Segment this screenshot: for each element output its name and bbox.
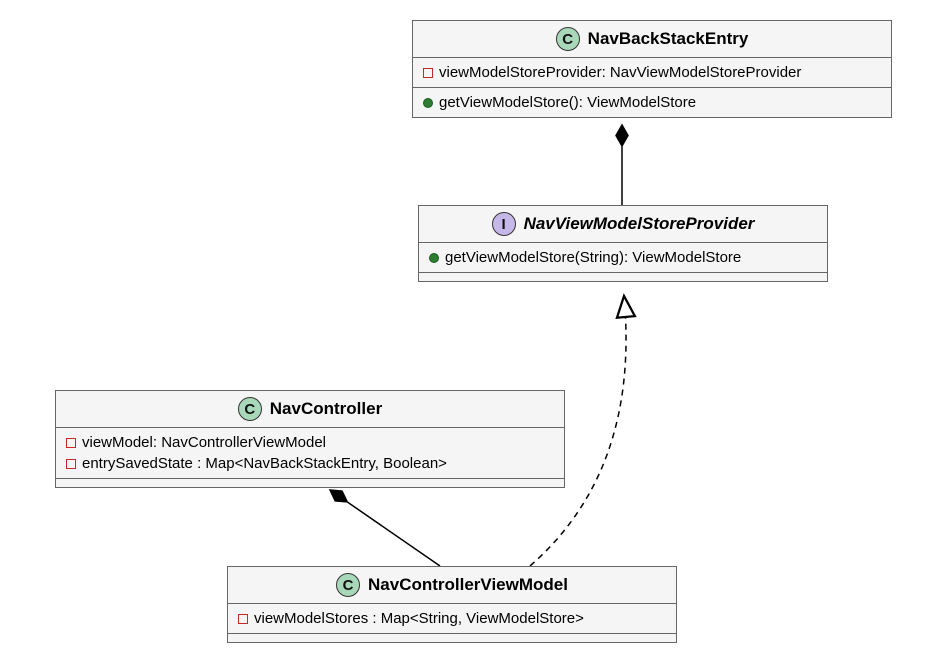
class-header: C NavControllerViewModel xyxy=(228,567,676,604)
attributes-section: viewModelStoreProvider: NavViewModelStor… xyxy=(413,58,891,88)
attribute-text: viewModel: NavControllerViewModel xyxy=(82,434,326,451)
class-name-label: NavControllerViewModel xyxy=(368,575,568,595)
operation-text: getViewModelStore(): ViewModelStore xyxy=(439,94,696,111)
visibility-public-icon xyxy=(429,253,439,263)
class-stereotype-icon: C xyxy=(556,27,580,51)
class-nav-controller: C NavController viewModel: NavController… xyxy=(55,390,565,488)
class-name-label: NavViewModelStoreProvider xyxy=(524,214,755,234)
attribute-text: viewModelStoreProvider: NavViewModelStor… xyxy=(439,64,801,81)
operation-text: getViewModelStore(String): ViewModelStor… xyxy=(445,249,741,266)
class-header: C NavBackStackEntry xyxy=(413,21,891,58)
attribute-row: viewModelStores : Map<String, ViewModelS… xyxy=(228,608,676,629)
operation-row: getViewModelStore(String): ViewModelStor… xyxy=(419,247,827,268)
interface-stereotype-icon: I xyxy=(492,212,516,236)
class-stereotype-icon: C xyxy=(336,573,360,597)
class-name-label: NavController xyxy=(270,399,382,419)
class-nav-controller-view-model: C NavControllerViewModel viewModelStores… xyxy=(227,566,677,643)
attribute-row: viewModel: NavControllerViewModel xyxy=(56,432,564,453)
operations-section: getViewModelStore(): ViewModelStore xyxy=(413,88,891,117)
attributes-section: viewModelStores : Map<String, ViewModelS… xyxy=(228,604,676,634)
class-name-label: NavBackStackEntry xyxy=(588,29,749,49)
empty-section xyxy=(419,273,827,281)
empty-section xyxy=(56,479,564,487)
class-header: I NavViewModelStoreProvider xyxy=(419,206,827,243)
attribute-text: viewModelStores : Map<String, ViewModelS… xyxy=(254,610,584,627)
visibility-private-icon xyxy=(423,68,433,78)
visibility-private-icon xyxy=(238,614,248,624)
class-stereotype-icon: C xyxy=(238,397,262,421)
attribute-text: entrySavedState : Map<NavBackStackEntry,… xyxy=(82,455,447,472)
attribute-row: entrySavedState : Map<NavBackStackEntry,… xyxy=(56,453,564,474)
empty-section xyxy=(228,634,676,642)
class-header: C NavController xyxy=(56,391,564,428)
operations-section: getViewModelStore(String): ViewModelStor… xyxy=(419,243,827,273)
attributes-section: viewModel: NavControllerViewModel entryS… xyxy=(56,428,564,479)
visibility-private-icon xyxy=(66,459,76,469)
visibility-public-icon xyxy=(423,98,433,108)
class-nav-view-model-store-provider: I NavViewModelStoreProvider getViewModel… xyxy=(418,205,828,282)
attribute-row: viewModelStoreProvider: NavViewModelStor… xyxy=(413,62,891,83)
operation-row: getViewModelStore(): ViewModelStore xyxy=(413,92,891,113)
class-nav-back-stack-entry: C NavBackStackEntry viewModelStoreProvid… xyxy=(412,20,892,118)
visibility-private-icon xyxy=(66,438,76,448)
composition-viewmodel-to-controller xyxy=(330,490,440,566)
